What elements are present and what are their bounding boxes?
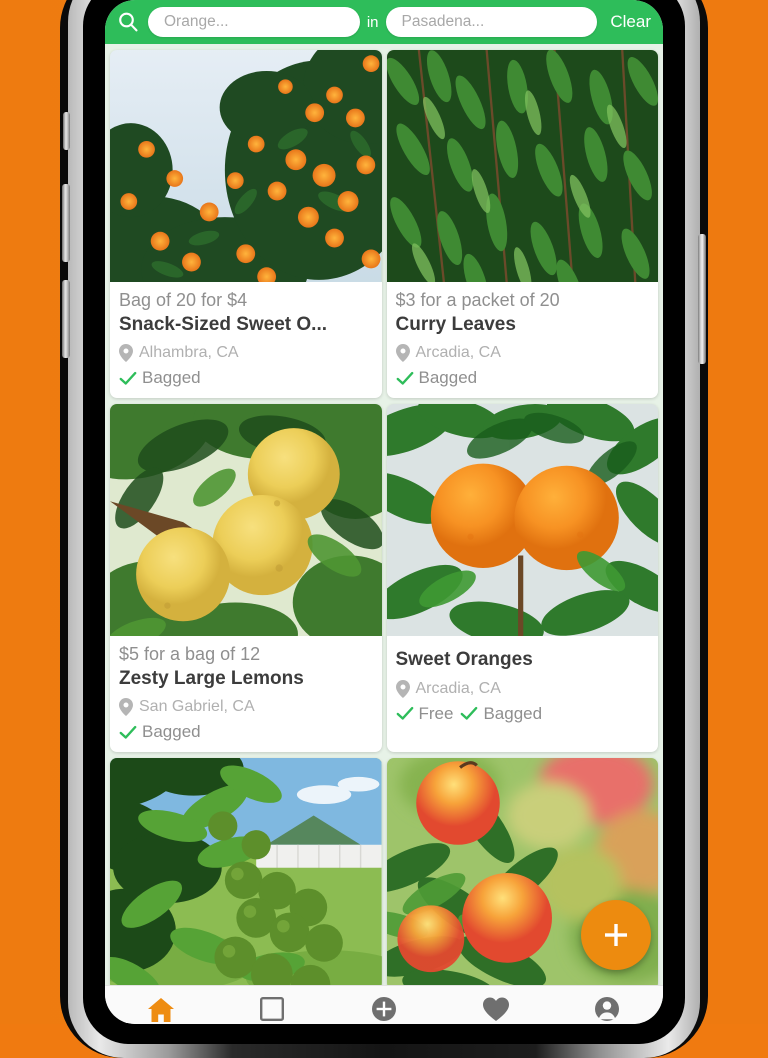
clear-button[interactable]: Clear (604, 12, 655, 32)
listing-body: $5 for a bag of 12 Zesty Large Lemons Sa… (110, 636, 382, 752)
listing-feed[interactable]: Bag of 20 for $4 Snack-Sized Sweet O... … (105, 44, 663, 986)
listing-tag-label: Bagged (142, 722, 201, 742)
phone-device: in Clear (60, 0, 708, 1058)
listing-card[interactable] (110, 758, 382, 986)
listing-tag-label: Bagged (142, 368, 201, 388)
listing-card[interactable]: Sweet Oranges Arcadia, CA Free (387, 404, 659, 752)
listing-tag-label: Bagged (483, 704, 542, 724)
home-icon (147, 996, 175, 1022)
power-button[interactable] (698, 234, 706, 364)
listing-body: $3 for a packet of 20 Curry Leaves Arcad… (387, 282, 659, 398)
location-pin-icon (396, 344, 410, 362)
listing-location: San Gabriel, CA (119, 698, 373, 716)
mute-switch-button[interactable] (63, 112, 70, 150)
search-in-label: in (367, 14, 379, 31)
listing-tag-label: Free (419, 704, 454, 724)
search-what-field[interactable] (148, 7, 360, 37)
search-icon[interactable] (115, 9, 141, 35)
search-where-input[interactable] (400, 12, 584, 32)
listing-card[interactable]: $3 for a packet of 20 Curry Leaves Arcad… (387, 50, 659, 398)
listing-tag: Bagged (460, 704, 542, 724)
check-icon (460, 706, 478, 721)
heart-icon (482, 996, 510, 1022)
listing-body: Bag of 20 for $4 Snack-Sized Sweet O... … (110, 282, 382, 398)
listing-location-label: Arcadia, CA (416, 344, 501, 362)
listing-tags: Bagged (396, 368, 650, 388)
listing-price: Bag of 20 for $4 (119, 289, 373, 312)
listing-photo-two-oranges (387, 404, 659, 636)
check-icon (396, 371, 414, 386)
listing-title: Snack-Sized Sweet O... (119, 313, 373, 338)
listing-location: Alhambra, CA (119, 344, 373, 362)
listing-body: Sweet Oranges Arcadia, CA Free (387, 636, 659, 734)
bottom-nav (105, 985, 663, 1024)
nav-item-add[interactable] (328, 986, 440, 1024)
listing-photo-curry-leaves (387, 50, 659, 282)
listing-row: Bag of 20 for $4 Snack-Sized Sweet O... … (110, 50, 658, 398)
listing-tags: Bagged (119, 722, 373, 742)
listing-tag: Bagged (119, 368, 201, 388)
listing-title: Curry Leaves (396, 313, 650, 338)
person-icon (594, 996, 620, 1022)
nav-item-favorites[interactable] (440, 986, 552, 1024)
add-listing-fab[interactable] (581, 900, 651, 970)
location-pin-icon (396, 680, 410, 698)
check-icon (396, 706, 414, 721)
listing-location: Arcadia, CA (396, 680, 650, 698)
search-where-field[interactable] (386, 7, 598, 37)
listing-title: Sweet Oranges (396, 648, 650, 673)
location-pin-icon (119, 698, 133, 716)
listing-tags: Free Bagged (396, 704, 650, 724)
listing-tags: Bagged (119, 368, 373, 388)
phone-screen: in Clear (105, 0, 663, 1024)
listing-tag: Free (396, 704, 454, 724)
nav-item-profile[interactable] (551, 986, 663, 1024)
check-icon (119, 371, 137, 386)
listing-tag: Bagged (396, 368, 478, 388)
search-appbar: in Clear (105, 0, 663, 44)
listing-card[interactable]: Bag of 20 for $4 Snack-Sized Sweet O... … (110, 50, 382, 398)
nav-item-board[interactable] (217, 986, 329, 1024)
plus-icon (601, 920, 631, 950)
listing-location-label: Arcadia, CA (416, 680, 501, 698)
listing-location: Arcadia, CA (396, 344, 650, 362)
listing-tag-label: Bagged (419, 368, 478, 388)
listing-photo-lemons-on-tree (110, 404, 382, 636)
volume-up-button[interactable] (62, 184, 70, 262)
listing-photo-orange-tree-kumquats (110, 50, 382, 282)
listing-title: Zesty Large Lemons (119, 667, 373, 692)
listing-location-label: San Gabriel, CA (139, 698, 255, 716)
listing-price: $3 for a packet of 20 (396, 289, 650, 312)
listing-card[interactable]: $5 for a bag of 12 Zesty Large Lemons Sa… (110, 404, 382, 752)
search-what-input[interactable] (162, 12, 346, 32)
nav-item-home[interactable] (105, 986, 217, 1024)
listing-row (110, 758, 658, 986)
listing-price: $5 for a bag of 12 (119, 643, 373, 666)
location-pin-icon (119, 344, 133, 362)
plus-circle-icon (371, 996, 397, 1022)
check-icon (119, 725, 137, 740)
listing-price (396, 643, 650, 647)
listing-tag: Bagged (119, 722, 201, 742)
listing-photo-green-limes-yard (110, 758, 382, 986)
volume-down-button[interactable] (62, 280, 70, 358)
square-icon (259, 996, 285, 1022)
listing-location-label: Alhambra, CA (139, 344, 239, 362)
listing-row: $5 for a bag of 12 Zesty Large Lemons Sa… (110, 404, 658, 752)
